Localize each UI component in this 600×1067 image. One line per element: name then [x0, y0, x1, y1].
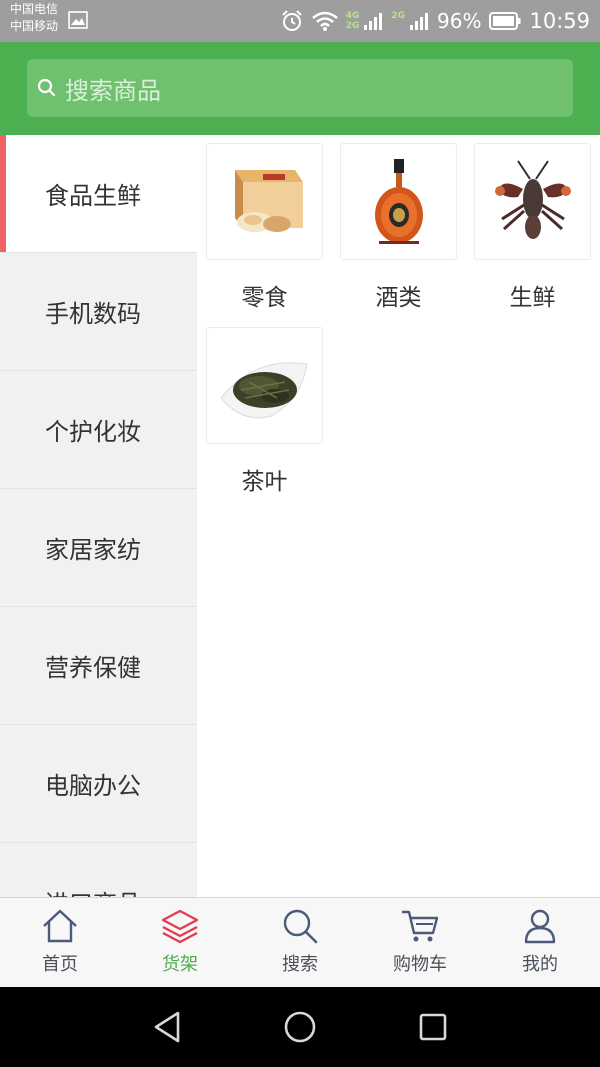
recents-icon[interactable]	[416, 1007, 450, 1047]
category-tile-tea[interactable]: 茶叶	[206, 327, 323, 496]
tab-label: 货架	[162, 954, 198, 975]
home-icon	[43, 909, 77, 943]
network-4g: 4G	[345, 11, 360, 21]
category-sidebar: 食品生鲜 手机数码 个护化妆 家居家纺 营养保健 电脑办公 进口商品	[0, 135, 197, 897]
category-tile-liquor[interactable]: 酒类	[340, 143, 457, 312]
tab-label: 搜索	[282, 954, 318, 975]
battery-icon	[489, 12, 521, 30]
app-header: 搜索商品	[0, 42, 600, 135]
sidebar-item-label: 家居家纺	[45, 536, 141, 564]
sidebar-item-computer[interactable]: 电脑办公	[0, 725, 197, 843]
subcategory-grid: 零食 酒类 生鲜 茶叶	[197, 135, 600, 897]
cart-icon	[402, 910, 439, 942]
image-notification-icon	[68, 11, 88, 29]
back-icon[interactable]	[150, 1007, 184, 1047]
status-bar: 中国电信 中国移动 4G 2G 2G 96% 10:59	[0, 0, 600, 42]
alarm-icon	[281, 10, 302, 31]
lobster-image	[474, 143, 591, 260]
search-placeholder: 搜索商品	[65, 76, 161, 105]
user-icon	[524, 909, 556, 944]
sidebar-item-cosmetics[interactable]: 个护化妆	[0, 371, 197, 489]
signal-icon-2	[410, 13, 429, 30]
system-nav-bar	[0, 987, 600, 1067]
sidebar-item-food[interactable]: 食品生鲜	[0, 135, 197, 253]
tea-leaves-image	[206, 327, 323, 444]
tab-label: 购物车	[393, 954, 447, 975]
search-icon	[283, 909, 318, 944]
sidebar-item-home[interactable]: 家居家纺	[0, 489, 197, 607]
sidebar-item-label: 进口商品	[45, 884, 141, 897]
sidebar-item-label: 营养保健	[45, 654, 141, 682]
network-type-2: 2G	[391, 11, 405, 31]
wifi-icon	[311, 11, 338, 31]
search-icon	[37, 78, 56, 97]
category-label: 茶叶	[241, 469, 288, 495]
tab-cart[interactable]: 购物车	[360, 898, 480, 988]
category-tile-snacks[interactable]: 零食	[206, 143, 323, 312]
snack-box-image	[206, 143, 323, 260]
tab-label: 我的	[522, 954, 558, 975]
carrier-info: 中国电信 中国移动	[10, 1, 58, 35]
network-type: 4G 2G	[346, 11, 360, 31]
sidebar-item-label: 食品生鲜	[45, 182, 141, 210]
home-button-icon[interactable]	[282, 1007, 318, 1047]
sidebar-item-digital[interactable]: 手机数码	[0, 253, 197, 371]
sidebar-item-label: 手机数码	[45, 300, 141, 328]
signal-icon-1	[364, 13, 383, 30]
sidebar-item-health[interactable]: 营养保健	[0, 607, 197, 725]
search-input[interactable]: 搜索商品	[27, 59, 573, 117]
category-label: 零食	[241, 285, 288, 311]
tab-label: 首页	[42, 954, 78, 975]
clock: 10:59	[529, 9, 590, 33]
category-tile-fresh[interactable]: 生鲜	[474, 143, 591, 312]
carrier-1: 中国电信	[10, 2, 59, 16]
tab-shelf[interactable]: 货架	[120, 898, 240, 988]
tab-home[interactable]: 首页	[0, 898, 120, 988]
category-label: 生鲜	[509, 285, 556, 311]
category-label: 酒类	[375, 285, 422, 311]
sidebar-item-import[interactable]: 进口商品	[0, 843, 197, 897]
status-icons: 4G 2G 2G 96% 10:59	[280, 0, 590, 42]
battery-percent: 96%	[437, 9, 482, 33]
sidebar-item-label: 个护化妆	[45, 418, 141, 446]
carrier-2: 中国移动	[10, 19, 59, 33]
tab-profile[interactable]: 我的	[480, 898, 600, 988]
tab-search[interactable]: 搜索	[240, 898, 360, 988]
layers-icon	[161, 909, 199, 944]
bottom-tab-bar: 首页 货架 搜索 购物车 我的	[0, 897, 600, 988]
cognac-bottle-image	[340, 143, 457, 260]
network-2g: 2G	[345, 21, 360, 31]
network-2g-second: 2G	[391, 11, 406, 21]
sidebar-item-label: 电脑办公	[45, 772, 141, 800]
